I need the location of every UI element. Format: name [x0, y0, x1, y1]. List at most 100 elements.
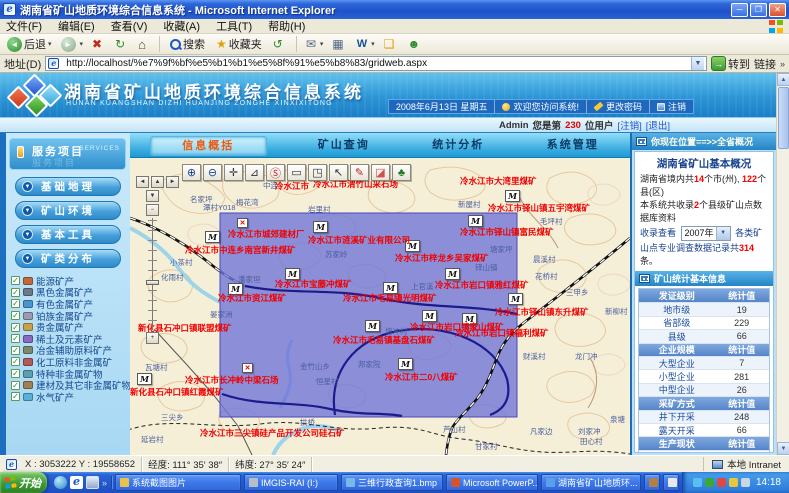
layer-checkbox[interactable]: ✓ [11, 299, 20, 308]
menu-item[interactable]: 查看(V) [111, 18, 148, 34]
pan-up-button[interactable]: ▲ [151, 176, 164, 188]
ie-quicklaunch-icon[interactable]: e [70, 476, 83, 489]
folder-button[interactable]: ❏ [381, 35, 402, 54]
task-imgis-drive[interactable]: IMGIS-RAI (I:) [244, 474, 338, 491]
scroll-down-icon[interactable]: ▼ [777, 442, 789, 455]
address-input-box[interactable]: e ▼ [45, 56, 707, 71]
legend-tool[interactable]: ♣ [392, 164, 411, 181]
layer-checkbox[interactable]: ✓ [11, 311, 20, 320]
task-bmp-image[interactable]: 三维行政查询1.bmp [341, 474, 443, 491]
forward-button[interactable]: ► ▾ [58, 35, 87, 54]
home-button[interactable]: ⌂ [135, 35, 153, 54]
messenger-button[interactable]: ☻ [404, 35, 427, 54]
sidebar-btn-base-geography[interactable]: ▼ 基础地理 [15, 177, 121, 196]
network-tray-icon[interactable] [693, 478, 702, 487]
minimize-button[interactable]: ─ [731, 3, 748, 17]
window-titlebar[interactable]: e 湖南省矿山地质环境综合信息系统 - Microsoft Internet E… [0, 0, 789, 19]
toolbar-button[interactable] [159, 36, 160, 52]
favorites-button[interactable]: ★ 收藏夹 [213, 35, 267, 54]
tab-info-summary[interactable]: 信息概括 [150, 136, 267, 156]
identify-tool[interactable]: ↖ [329, 164, 348, 181]
update-tray-icon[interactable] [729, 478, 738, 487]
draw-tool[interactable]: ✎ [350, 164, 369, 181]
history-button[interactable]: ↺ [270, 35, 290, 54]
zoom-minus-button[interactable]: − [146, 204, 159, 216]
zoom-out-tool[interactable]: ⊖ [203, 164, 222, 181]
menu-item[interactable]: 帮助(H) [268, 18, 305, 34]
shield-tray-icon[interactable] [705, 478, 714, 487]
back-button[interactable]: ◄ 后退 ▾ [4, 35, 55, 54]
stop-button[interactable]: ✖ [89, 35, 109, 54]
print-button[interactable]: ▦ [329, 35, 350, 54]
security-alert-tray-icon[interactable] [717, 478, 726, 487]
year-select[interactable]: 2007年 [681, 226, 731, 241]
layer-checkbox[interactable]: ✓ [11, 288, 20, 297]
quicklaunch-chevron-icon[interactable]: » [102, 478, 107, 488]
layer-checkbox[interactable]: ✓ [11, 323, 20, 332]
task-screenshots-folder[interactable]: 系统截图图片 [115, 474, 241, 491]
pan-down-button[interactable]: ▼ [146, 190, 159, 202]
url-input[interactable] [66, 58, 688, 69]
start-button[interactable]: 开始 [0, 472, 47, 493]
close-button[interactable]: ✕ [769, 3, 786, 17]
menu-item[interactable]: 工具(T) [216, 18, 252, 34]
measure-tool[interactable]: ⊿ [245, 164, 264, 181]
volume-tray-icon[interactable] [741, 478, 750, 487]
document-quicklaunch-icon[interactable] [86, 476, 99, 489]
task-powerpoint[interactable]: Microsoft PowerP... [446, 474, 538, 491]
tab-system-admin[interactable]: 系统管理 [516, 133, 631, 157]
logout-link[interactable]: 注销 [649, 100, 693, 113]
mine-marker[interactable]: M [365, 320, 380, 332]
restore-button[interactable]: ❐ [750, 3, 767, 17]
select-rect-tool[interactable]: ▭ [287, 164, 306, 181]
zoom-plus-button[interactable]: + [146, 332, 159, 344]
layer-checkbox[interactable]: ✓ [11, 357, 20, 366]
mine-marker[interactable]: M [137, 373, 152, 385]
toolbar-button[interactable] [296, 36, 297, 52]
edit-word-button[interactable]: W ▾ [354, 35, 378, 54]
taskbar-task-mini[interactable] [663, 474, 679, 491]
menu-item[interactable]: 收藏(A) [163, 18, 200, 34]
links-label[interactable]: 链接 [754, 56, 776, 72]
sidebar-btn-basic-tools[interactable]: ▼ 基本工具 [15, 225, 121, 244]
layer-checkbox[interactable]: ✓ [11, 369, 20, 378]
clock[interactable]: 14:18 [756, 477, 781, 488]
layer-checkbox[interactable]: ✓ [11, 346, 20, 355]
mine-marker[interactable]: M [313, 221, 328, 233]
scroll-up-icon[interactable]: ▲ [777, 73, 789, 86]
layer-checkbox[interactable]: ✓ [11, 392, 20, 401]
mine-marker[interactable]: ✕ [237, 218, 248, 228]
page-scrollbar[interactable]: ▲ ▼ [776, 73, 789, 455]
pan-right-button[interactable]: ► [166, 176, 179, 188]
zoom-in-tool[interactable]: ⊕ [182, 164, 201, 181]
layer-checkbox[interactable]: ✓ [11, 276, 20, 285]
menu-item[interactable]: 文件(F) [6, 18, 42, 34]
select-clip-tool[interactable]: ◳ [308, 164, 327, 181]
logout-text-link[interactable]: [注销] [617, 118, 641, 132]
mail-button[interactable]: ✉ ▾ [303, 35, 327, 54]
change-password-link[interactable]: 更改密码 [586, 100, 649, 113]
mine-marker[interactable]: M [205, 231, 220, 243]
show-desktop-icon[interactable] [54, 476, 67, 489]
zoom-slider[interactable] [146, 218, 159, 330]
taskbar-task-mini[interactable] [644, 474, 660, 491]
mine-marker[interactable]: M [505, 190, 520, 202]
go-button[interactable]: → 转到 [711, 56, 750, 72]
links-chevron-icon[interactable]: » [780, 59, 785, 69]
map-canvas[interactable]: MM✕MMMMMMMMMMMMM✕ 冷水江市冷水江市渭竹山采石场冷水江市大湾里煤… [130, 158, 630, 455]
search-button[interactable]: 搜索 [166, 35, 210, 54]
layer-item[interactable]: ✓ 水气矿产 [6, 391, 130, 403]
address-dropdown-icon[interactable]: ▼ [691, 57, 704, 70]
refresh-button[interactable]: ↻ [112, 35, 132, 54]
mine-marker[interactable]: M [398, 358, 413, 370]
full-extent-tool[interactable]: Ⓢ [266, 164, 285, 181]
menu-item[interactable]: 编辑(E) [58, 18, 95, 34]
layer-checkbox[interactable]: ✓ [11, 381, 20, 390]
exit-text-link[interactable]: [退出] [646, 118, 670, 132]
mine-marker[interactable]: ✕ [242, 363, 253, 373]
erase-tool[interactable]: ◪ [371, 164, 390, 181]
sidebar-btn-mine-environment[interactable]: ▼ 矿山环境 [15, 201, 121, 220]
mine-marker[interactable]: M [508, 293, 523, 305]
tab-statistics[interactable]: 统计分析 [401, 133, 516, 157]
scrollbar-thumb[interactable] [778, 87, 789, 149]
